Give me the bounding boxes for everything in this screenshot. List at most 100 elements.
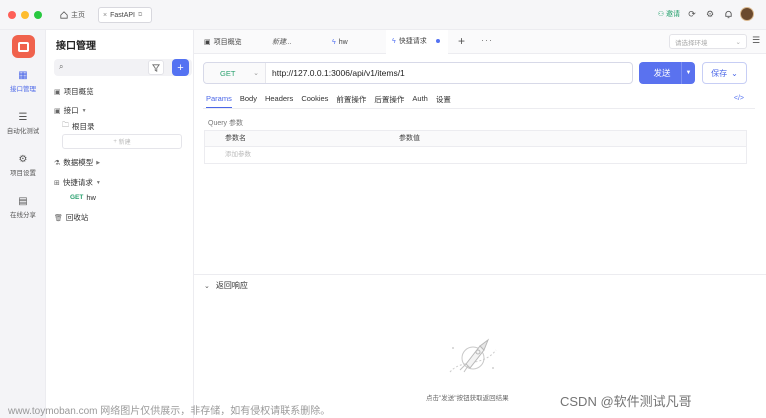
code-icon[interactable]: </> <box>734 95 744 102</box>
sidebar-title: 接口管理 <box>56 41 96 52</box>
sidebar-item-trash[interactable]: 🗑 回收站 <box>54 212 88 223</box>
tab-auth[interactable]: Auth <box>412 94 427 108</box>
save-button[interactable]: 保存 ⌄ <box>702 62 747 84</box>
model-icon: ⚗ <box>54 159 61 167</box>
sync-icon[interactable]: ⟳ <box>686 8 698 20</box>
interface-icon: ▣ <box>54 107 61 115</box>
column-header-value: 参数值 <box>399 135 420 142</box>
unsaved-dot <box>435 39 440 43</box>
more-icon[interactable]: ··· <box>481 35 493 45</box>
sidebar-item-root[interactable]: 🗀 根目录 <box>62 121 95 132</box>
url-bar: GET ⌄ <box>203 62 633 84</box>
send-button[interactable]: 发送 ▼ <box>639 62 695 84</box>
chevron-down-icon: ⌄ <box>735 38 741 46</box>
app-window: 主页 × FastAPI ⧉ ⚇ 邀请 ⟳ ⚙ ▦ 接口管理 ☰ 自动化测试 ⚙… <box>0 0 766 418</box>
rocket-illustration-icon <box>449 338 497 373</box>
rail-item-settings[interactable]: ⚙ 项目设置 <box>0 154 46 177</box>
tab-label: 项目概览 <box>213 39 242 46</box>
caret-down-icon: ▼ <box>95 179 101 186</box>
rail-item-share[interactable]: ▤ 在线分享 <box>0 196 46 219</box>
method-select[interactable]: GET ⌄ <box>204 63 266 83</box>
tab-label: hw <box>338 38 348 46</box>
sidebar-item-label: 回收站 <box>65 213 89 222</box>
maximize-window-button[interactable] <box>34 11 42 19</box>
gear-icon[interactable]: ⚙ <box>704 8 716 20</box>
trash-icon: 🗑 <box>54 214 63 222</box>
project-tab[interactable]: × FastAPI ⧉ <box>98 7 152 23</box>
tab-body[interactable]: Body <box>240 94 257 108</box>
caret-right-icon: ▶ <box>96 159 101 166</box>
chevron-down-icon: ⌄ <box>253 70 259 77</box>
method-value: GET <box>220 68 236 78</box>
sidebar-item-label: 项目概览 <box>63 87 94 96</box>
params-table: 参数名 参数值 添加参数 <box>204 130 747 164</box>
sidebar: 接口管理 ⌕ + ▣ 项目概览 ▣ 接口 ▼ 🗀 根目录 + 新建 ⚗ 数据模型… <box>46 30 194 418</box>
bolt-icon: ϟ <box>392 37 396 45</box>
sidebar-item-label: 接口 <box>63 106 79 115</box>
save-label: 保存 <box>711 68 728 78</box>
minimize-window-button[interactable] <box>21 11 29 19</box>
add-button[interactable]: + <box>172 59 189 76</box>
rail-item-api[interactable]: ▦ 接口管理 <box>0 70 46 93</box>
new-interface-button[interactable]: + 新建 <box>62 134 182 149</box>
share-icon: ▤ <box>18 196 28 207</box>
home-icon <box>60 11 68 19</box>
rail-item-label: 项目设置 <box>10 170 36 177</box>
invite-label: 邀请 <box>666 11 680 18</box>
search-icon: ⌕ <box>59 62 64 71</box>
tab-settings[interactable]: 设置 <box>436 94 451 108</box>
environment-placeholder: 请选择环境 <box>675 39 708 47</box>
quick-request-icon: ⊞ <box>54 179 60 187</box>
tab-new[interactable]: 新建... <box>266 30 326 54</box>
sidebar-item-overview[interactable]: ▣ 项目概览 <box>54 86 94 97</box>
chevron-down-icon[interactable]: ▼ <box>681 62 695 84</box>
response-header[interactable]: ⌄ 返回响应 <box>204 280 248 291</box>
copy-icon[interactable]: ⧉ <box>138 12 142 19</box>
divider <box>203 108 755 109</box>
api-icon: ▦ <box>18 70 28 81</box>
overview-icon: ▣ <box>54 88 61 96</box>
tab-quick-request[interactable]: ϟ 快捷请求 <box>386 30 448 54</box>
rail-item-test[interactable]: ☰ 自动化测试 <box>0 112 46 135</box>
avatar[interactable] <box>740 7 754 21</box>
tab-label: 快捷请求 <box>398 38 427 45</box>
sidebar-item-data-model[interactable]: ⚗ 数据模型 ▶ <box>54 157 100 168</box>
app-logo <box>12 35 35 58</box>
rail-item-label: 接口管理 <box>10 86 36 93</box>
close-window-button[interactable] <box>8 11 16 19</box>
menu-icon[interactable]: ☰ <box>752 35 760 46</box>
home-tab[interactable]: 主页 <box>60 8 85 22</box>
environment-select[interactable]: 请选择环境 ⌄ <box>669 34 747 49</box>
tab-bar: ▣ 项目概览 新建... ϟ hw ϟ 快捷请求 + ··· 请选择环境 ⌄ ☰ <box>194 30 766 54</box>
chevron-down-icon: ⌄ <box>731 68 738 78</box>
tab-params[interactable]: Params <box>206 94 232 108</box>
sidebar-item-interfaces[interactable]: ▣ 接口 ▼ <box>54 105 87 116</box>
tab-label: 新建... <box>272 39 292 46</box>
rail-item-label: 在线分享 <box>10 212 36 219</box>
sidebar-item-request-hw[interactable]: GET hw <box>70 193 96 202</box>
filter-button[interactable] <box>148 60 164 75</box>
tab-post-operations[interactable]: 后置操作 <box>374 94 404 108</box>
sidebar-item-label: hw <box>86 193 96 202</box>
sidebar-item-label: 快捷请求 <box>62 178 93 187</box>
new-tab-button[interactable]: + <box>458 34 465 48</box>
project-tab-label: FastAPI <box>110 11 135 19</box>
add-param-row[interactable]: 添加参数 <box>205 147 746 163</box>
tab-pre-operations[interactable]: 前置操作 <box>336 94 366 108</box>
caret-down-icon: ▼ <box>81 107 87 114</box>
column-header-name: 参数名 <box>225 135 246 142</box>
request-tabs: Params Body Headers Cookies 前置操作 后置操作 Au… <box>206 94 451 108</box>
invite-button[interactable]: ⚇ 邀请 <box>658 9 680 19</box>
tab-overview[interactable]: ▣ 项目概览 <box>198 30 264 54</box>
tab-headers[interactable]: Headers <box>265 94 293 108</box>
folder-icon: 🗀 <box>62 122 69 129</box>
tab-hw[interactable]: ϟ hw <box>326 30 384 54</box>
bolt-icon: ϟ <box>332 38 336 46</box>
sidebar-item-quick-request[interactable]: ⊞ 快捷请求 ▼ <box>54 177 101 188</box>
chevron-down-icon: ⌄ <box>204 282 210 290</box>
tab-cookies[interactable]: Cookies <box>301 94 328 108</box>
url-input[interactable] <box>272 63 628 83</box>
bell-icon[interactable] <box>722 8 734 20</box>
response-divider[interactable] <box>194 274 766 275</box>
close-tab-icon[interactable]: × <box>103 12 107 19</box>
